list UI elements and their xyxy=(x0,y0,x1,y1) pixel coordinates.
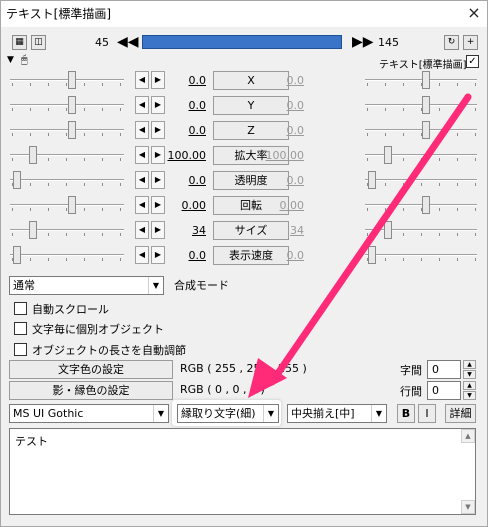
arrow-shaft xyxy=(268,93,472,386)
annotation-arrow xyxy=(248,93,472,398)
